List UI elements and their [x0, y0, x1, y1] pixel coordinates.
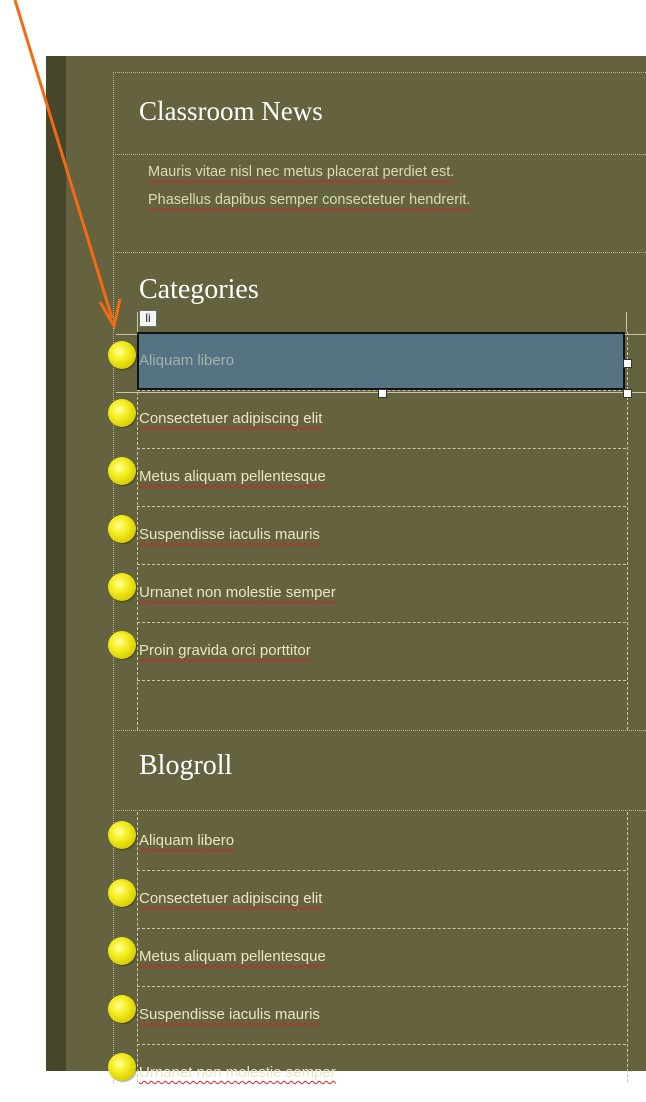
resize-handle-right[interactable] — [623, 359, 632, 368]
resize-handle-corner[interactable] — [623, 389, 632, 398]
category-item-label: Aliquam libero — [139, 352, 235, 369]
orange-arrow-icon — [13, 0, 122, 331]
resize-handle-bottom[interactable] — [378, 389, 387, 398]
